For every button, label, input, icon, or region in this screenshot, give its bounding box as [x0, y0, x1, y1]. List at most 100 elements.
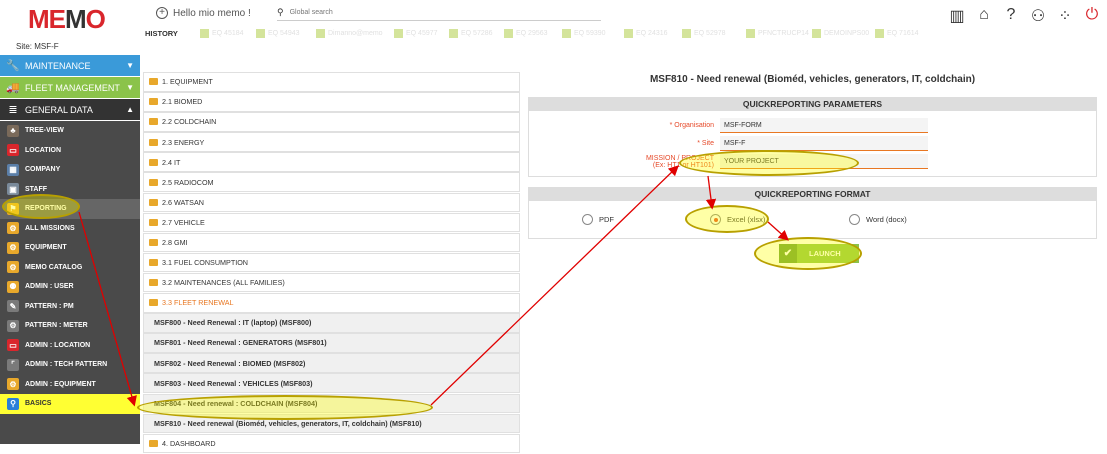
- hello-message[interactable]: + Hello mio memo !: [156, 7, 251, 19]
- node-label: MSF803 - Need Renewal : VEHICLES (MSF803…: [154, 378, 313, 388]
- document-icon: [812, 29, 821, 38]
- report-item[interactable]: MSF800 - Need Renewal : IT (laptop) (MSF…: [143, 313, 520, 333]
- basics-icon: ⚲: [7, 397, 19, 410]
- history-tab[interactable]: DEMOINPS00: [812, 27, 869, 40]
- folder-node[interactable]: 2.2 COLDCHAIN: [143, 112, 520, 132]
- settings-icon[interactable]: ⁘: [1056, 6, 1074, 26]
- node-label: 2.1 BIOMED: [162, 97, 203, 107]
- sidebar-item-label: BASICS: [25, 400, 52, 408]
- module-general-data[interactable]: ≣ GENERAL DATA ▲: [0, 99, 140, 121]
- history-tab[interactable]: EQ 59390: [562, 27, 606, 40]
- module-label: FLEET MANAGEMENT: [25, 82, 120, 93]
- folder-node[interactable]: 3.3 FLEET RENEWAL: [143, 293, 520, 313]
- organisation-input[interactable]: MSF-FORM: [720, 118, 928, 133]
- history-tab-label: EQ 29563: [516, 30, 548, 37]
- history-tab[interactable]: EQ 29563: [504, 27, 548, 40]
- folder-node[interactable]: 2.4 IT: [143, 152, 520, 172]
- mission-project-input[interactable]: YOUR PROJECT: [720, 154, 928, 169]
- folder-node[interactable]: 2.8 GMI: [143, 232, 520, 253]
- power-icon[interactable]: ⏻: [1083, 6, 1101, 26]
- sidebar-item-company[interactable]: ▦ COMPANY: [0, 160, 140, 180]
- folder-icon: [149, 138, 158, 146]
- wrench-icon: 🔧: [6, 60, 20, 72]
- sidebar-item-reporting[interactable]: ⚑ REPORTING: [0, 199, 140, 219]
- folder-node[interactable]: 3.1 FUEL CONSUMPTION: [143, 252, 520, 273]
- folder-node[interactable]: 2.1 BIOMED: [143, 92, 520, 112]
- sidebar-item-basics[interactable]: ⚲ BASICS: [0, 394, 140, 414]
- global-search-input[interactable]: ⚲ Global search: [277, 4, 601, 21]
- radio-circle: [582, 214, 593, 225]
- history-label: HISTORY: [145, 29, 178, 38]
- module-label: GENERAL DATA: [25, 104, 93, 115]
- chart-icon[interactable]: ▥: [948, 6, 966, 26]
- home-icon[interactable]: ⌂: [975, 6, 993, 26]
- memo-logo[interactable]: MEMO: [28, 4, 106, 35]
- folder-icon: [149, 78, 158, 86]
- sidebar-item-staff[interactable]: ▣ STAFF: [0, 180, 140, 200]
- sidebar-item-admin-tech-pattern[interactable]: ⌜ ADMIN : TECH PATTERN: [0, 355, 140, 375]
- history-tab-label: EQ 52978: [694, 30, 726, 37]
- history-tab[interactable]: Dimanno@memo: [316, 27, 383, 40]
- site-input[interactable]: MSF-F: [720, 136, 928, 151]
- document-icon: [316, 29, 325, 38]
- history-tab[interactable]: EQ 54943: [256, 27, 300, 40]
- folder-icon: [149, 259, 158, 267]
- history-tab[interactable]: EQ 52978: [682, 27, 726, 40]
- field-label: MISSION / PROJECT (Ex: HT1 or HT101): [645, 154, 714, 169]
- folder-node[interactable]: 2.7 VEHICLE: [143, 212, 520, 233]
- help-icon[interactable]: ?: [1002, 6, 1020, 26]
- document-icon: [875, 29, 884, 38]
- sidebar-item-all-missions[interactable]: ⚙ ALL MISSIONS: [0, 219, 140, 239]
- history-tab[interactable]: EQ 57286: [449, 27, 493, 40]
- sidebar-item-label: ADMIN : TECH PATTERN: [25, 361, 108, 369]
- format-word-radio[interactable]: Word (docx): [849, 214, 907, 225]
- user-icon[interactable]: ⚇: [1029, 6, 1047, 26]
- report-item[interactable]: MSF810 - Need renewal (Bioméd, vehicles,…: [143, 413, 520, 434]
- folder-node[interactable]: 2.3 ENERGY: [143, 132, 520, 152]
- module-maintenance[interactable]: 🔧 MAINTENANCE ▼: [0, 55, 140, 77]
- report-item[interactable]: MSF803 - Need Renewal : VEHICLES (MSF803…: [143, 373, 520, 393]
- node-label: 2.3 ENERGY: [162, 137, 205, 147]
- sidebar-item-pattern-meter[interactable]: ⚙ PATTERN : METER: [0, 316, 140, 336]
- history-tab-label: EQ 45184: [212, 30, 244, 37]
- launch-button[interactable]: ✔ LAUNCH: [779, 244, 859, 263]
- history-tab[interactable]: EQ 71614: [875, 27, 919, 40]
- node-label: MSF801 - Need Renewal : GENERATORS (MSF8…: [154, 338, 327, 348]
- field-label: * Site: [697, 140, 714, 147]
- history-tab[interactable]: EQ 24316: [624, 27, 668, 40]
- sidebar-item-tree-view[interactable]: ♣ TREE-VIEW: [0, 121, 140, 141]
- document-icon: [624, 29, 633, 38]
- history-tab[interactable]: EQ 45184: [200, 27, 244, 40]
- sidebar-item-admin-location[interactable]: ▭ ADMIN : LOCATION: [0, 336, 140, 356]
- sidebar-item-location[interactable]: ▭ LOCATION: [0, 141, 140, 161]
- format-pdf-radio[interactable]: PDF: [582, 214, 614, 225]
- field-site: * Site MSF-F: [638, 136, 928, 151]
- sidebar-item-memo-catalog[interactable]: ⚙ MEMO CATALOG: [0, 258, 140, 278]
- document-icon: [746, 29, 755, 38]
- report-item[interactable]: MSF804 - Need renewal : COLDCHAIN (MSF80…: [143, 393, 520, 413]
- sidebar-item-equipment[interactable]: ⚙ EQUIPMENT: [0, 238, 140, 258]
- node-label: 3.1 FUEL CONSUMPTION: [162, 258, 248, 268]
- folder-node[interactable]: 3.2 MAINTENANCES (ALL FAMILIES): [143, 272, 520, 293]
- sidebar-item-admin-equipment[interactable]: ⚙ ADMIN : EQUIPMENT: [0, 375, 140, 395]
- reporting-icon: ⚑: [7, 202, 19, 215]
- format-excel-radio[interactable]: Excel (xlsx): [710, 214, 765, 225]
- folder-node[interactable]: 1. EQUIPMENT: [143, 72, 520, 92]
- report-item[interactable]: MSF801 - Need Renewal : GENERATORS (MSF8…: [143, 333, 520, 353]
- node-label: MSF810 - Need renewal (Bioméd, vehicles,…: [154, 418, 422, 428]
- folder-icon: [149, 239, 158, 246]
- report-item[interactable]: MSF802 - Need Renewal : BIOMED (MSF802): [143, 353, 520, 373]
- folder-node[interactable]: 4. DASHBOARD: [143, 433, 520, 454]
- sidebar-item-pattern-pm[interactable]: ✎ PATTERN : PM: [0, 297, 140, 317]
- node-label: 2.4 IT: [162, 157, 181, 167]
- history-tab[interactable]: EQ 45977: [394, 27, 438, 40]
- history-tab-label: EQ 71614: [887, 30, 919, 37]
- module-fleet-management[interactable]: 🚚 FLEET MANAGEMENT ▼: [0, 77, 140, 99]
- field-mission-project: MISSION / PROJECT (Ex: HT1 or HT101) YOUR…: [638, 154, 928, 169]
- history-tab[interactable]: PFNCTRUCP14: [746, 27, 809, 40]
- history-tab-label: Dimanno@memo: [328, 30, 383, 37]
- folder-node[interactable]: 2.6 WATSAN: [143, 192, 520, 213]
- radio-circle-selected: [710, 214, 721, 225]
- folder-node[interactable]: 2.5 RADIOCOM: [143, 172, 520, 192]
- sidebar-item-admin-user[interactable]: ⚉ ADMIN : USER: [0, 277, 140, 297]
